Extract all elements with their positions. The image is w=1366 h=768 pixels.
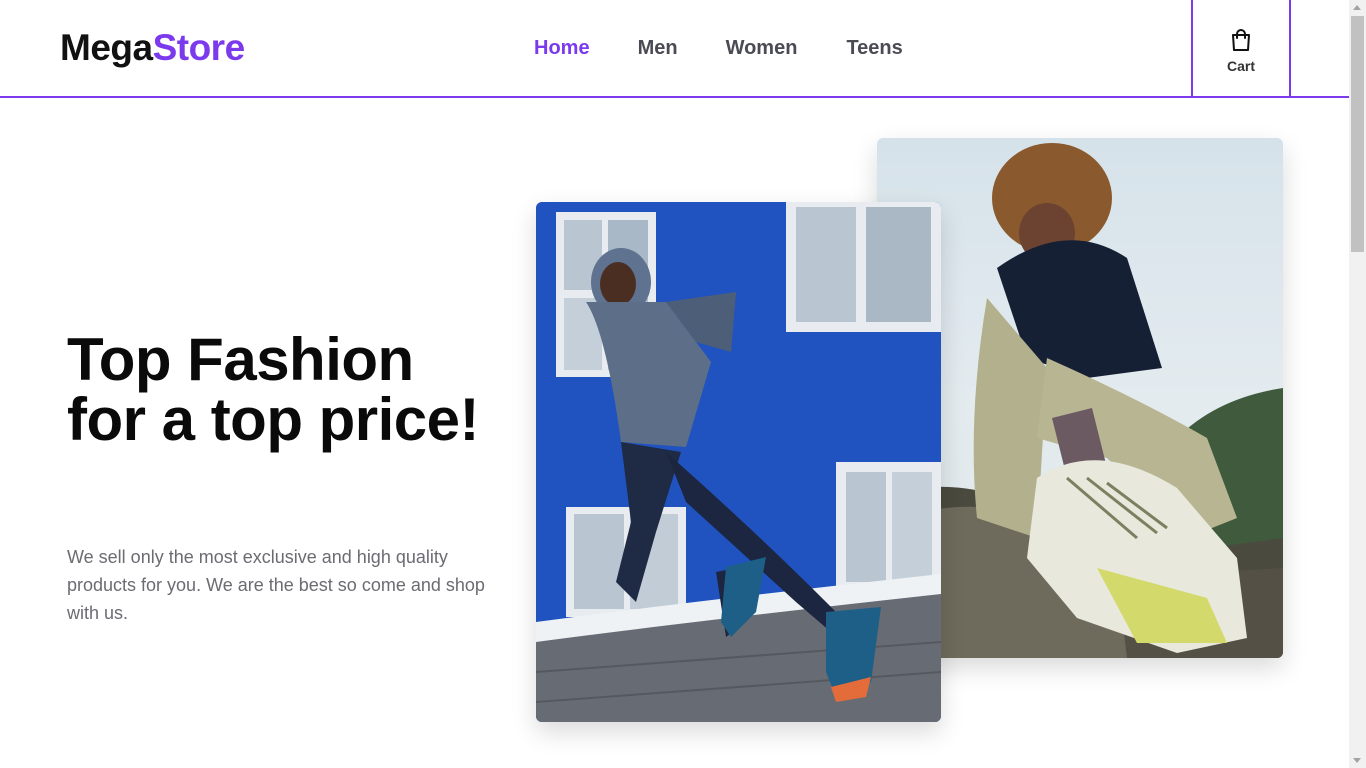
scroll-down-arrow-icon[interactable] bbox=[1353, 758, 1361, 763]
scroll-up-arrow-icon[interactable] bbox=[1353, 5, 1361, 10]
site-header: MegaStore Home Men Women Teens Cart bbox=[0, 0, 1349, 98]
shopping-bag-icon bbox=[1230, 24, 1252, 52]
hero-image-man-running bbox=[536, 202, 941, 722]
hero-subtitle: We sell only the most exclusive and high… bbox=[67, 547, 485, 623]
cart-button[interactable]: Cart bbox=[1191, 0, 1291, 98]
nav-home-link[interactable]: Home bbox=[534, 36, 590, 60]
main-nav: Home Men Women Teens bbox=[534, 36, 903, 60]
nav-women-link[interactable]: Women bbox=[726, 36, 798, 60]
nav-teens-link[interactable]: Teens bbox=[846, 36, 902, 60]
cart-label: Cart bbox=[1226, 58, 1255, 74]
store-logo[interactable]: MegaStore bbox=[60, 26, 245, 70]
logo-part-store: Store bbox=[152, 27, 246, 68]
logo-part-mega: Mega bbox=[60, 27, 153, 68]
nav-men-link[interactable]: Men bbox=[638, 36, 678, 60]
page-scrollbar[interactable] bbox=[1349, 0, 1366, 768]
scroll-thumb[interactable] bbox=[1351, 16, 1364, 252]
hero-title: Top Fashion for a top price! bbox=[67, 326, 480, 453]
